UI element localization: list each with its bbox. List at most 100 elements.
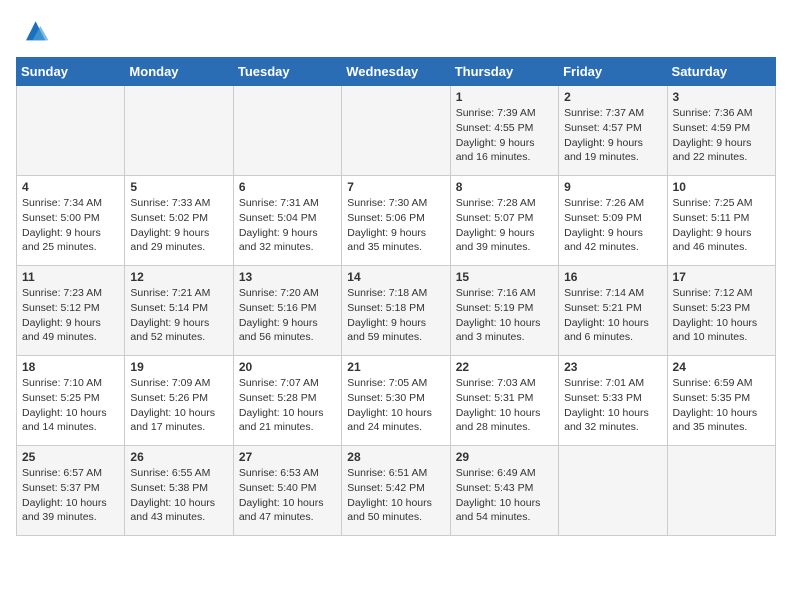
day-info: Sunrise: 7:33 AM Sunset: 5:02 PM Dayligh…	[130, 196, 227, 255]
calendar-cell: 23 Sunrise: 7:01 AM Sunset: 5:33 PM Dayli…	[559, 356, 667, 446]
day-number: 1	[456, 90, 553, 104]
calendar-cell: 28 Sunrise: 6:51 AM Sunset: 5:42 PM Dayli…	[342, 446, 450, 536]
calendar-cell	[342, 86, 450, 176]
calendar-cell: 26 Sunrise: 6:55 AM Sunset: 5:38 PM Dayli…	[125, 446, 233, 536]
day-number: 7	[347, 180, 444, 194]
day-info: Sunrise: 7:25 AM Sunset: 5:11 PM Dayligh…	[673, 196, 770, 255]
calendar-cell: 3 Sunrise: 7:36 AM Sunset: 4:59 PM Daylig…	[667, 86, 775, 176]
day-info: Sunrise: 7:14 AM Sunset: 5:21 PM Dayligh…	[564, 286, 661, 345]
day-info: Sunrise: 7:18 AM Sunset: 5:18 PM Dayligh…	[347, 286, 444, 345]
calendar-cell: 9 Sunrise: 7:26 AM Sunset: 5:09 PM Daylig…	[559, 176, 667, 266]
day-info: Sunrise: 6:51 AM Sunset: 5:42 PM Dayligh…	[347, 466, 444, 525]
col-header-thursday: Thursday	[450, 58, 558, 86]
calendar-cell: 25 Sunrise: 6:57 AM Sunset: 5:37 PM Dayli…	[17, 446, 125, 536]
day-info: Sunrise: 7:37 AM Sunset: 4:57 PM Dayligh…	[564, 106, 661, 165]
calendar-cell	[17, 86, 125, 176]
day-number: 6	[239, 180, 336, 194]
day-info: Sunrise: 7:16 AM Sunset: 5:19 PM Dayligh…	[456, 286, 553, 345]
calendar-week-row: 4 Sunrise: 7:34 AM Sunset: 5:00 PM Daylig…	[17, 176, 776, 266]
day-number: 22	[456, 360, 553, 374]
day-info: Sunrise: 6:55 AM Sunset: 5:38 PM Dayligh…	[130, 466, 227, 525]
day-info: Sunrise: 7:12 AM Sunset: 5:23 PM Dayligh…	[673, 286, 770, 345]
day-info: Sunrise: 7:23 AM Sunset: 5:12 PM Dayligh…	[22, 286, 119, 345]
calendar-cell: 4 Sunrise: 7:34 AM Sunset: 5:00 PM Daylig…	[17, 176, 125, 266]
day-info: Sunrise: 7:10 AM Sunset: 5:25 PM Dayligh…	[22, 376, 119, 435]
day-info: Sunrise: 6:57 AM Sunset: 5:37 PM Dayligh…	[22, 466, 119, 525]
day-number: 29	[456, 450, 553, 464]
day-info: Sunrise: 7:39 AM Sunset: 4:55 PM Dayligh…	[456, 106, 553, 165]
calendar-week-row: 18Sunrise: 7:10 AM Sunset: 5:25 PM Dayli…	[17, 356, 776, 446]
day-number: 28	[347, 450, 444, 464]
day-info: Sunrise: 7:36 AM Sunset: 4:59 PM Dayligh…	[673, 106, 770, 165]
day-number: 10	[673, 180, 770, 194]
calendar-cell: 21 Sunrise: 7:05 AM Sunset: 5:30 PM Dayli…	[342, 356, 450, 446]
calendar-cell: 19 Sunrise: 7:09 AM Sunset: 5:26 PM Dayli…	[125, 356, 233, 446]
logo	[16, 20, 50, 49]
day-number: 23	[564, 360, 661, 374]
day-info: Sunrise: 7:21 AM Sunset: 5:14 PM Dayligh…	[130, 286, 227, 345]
calendar-cell: 20Sunrise: 7:07 AM Sunset: 5:28 PM Dayli…	[233, 356, 341, 446]
calendar-table: SundayMondayTuesdayWednesdayThursdayFrid…	[16, 57, 776, 536]
day-number: 13	[239, 270, 336, 284]
calendar-cell	[559, 446, 667, 536]
day-info: Sunrise: 7:09 AM Sunset: 5:26 PM Dayligh…	[130, 376, 227, 435]
day-number: 3	[673, 90, 770, 104]
day-number: 5	[130, 180, 227, 194]
calendar-cell	[125, 86, 233, 176]
calendar-cell: 27 Sunrise: 6:53 AM Sunset: 5:40 PM Dayli…	[233, 446, 341, 536]
day-info: Sunrise: 7:31 AM Sunset: 5:04 PM Dayligh…	[239, 196, 336, 255]
day-number: 2	[564, 90, 661, 104]
day-number: 25	[22, 450, 119, 464]
calendar-cell: 6 Sunrise: 7:31 AM Sunset: 5:04 PM Daylig…	[233, 176, 341, 266]
calendar-cell: 14 Sunrise: 7:18 AM Sunset: 5:18 PM Dayli…	[342, 266, 450, 356]
calendar-cell	[667, 446, 775, 536]
col-header-wednesday: Wednesday	[342, 58, 450, 86]
page-header	[16, 16, 776, 49]
calendar-week-row: 11 Sunrise: 7:23 AM Sunset: 5:12 PM Dayli…	[17, 266, 776, 356]
day-number: 27	[239, 450, 336, 464]
day-number: 12	[130, 270, 227, 284]
col-header-sunday: Sunday	[17, 58, 125, 86]
calendar-cell: 29 Sunrise: 6:49 AM Sunset: 5:43 PM Dayli…	[450, 446, 558, 536]
logo-icon	[18, 16, 50, 44]
day-info: Sunrise: 6:53 AM Sunset: 5:40 PM Dayligh…	[239, 466, 336, 525]
day-info: Sunrise: 7:28 AM Sunset: 5:07 PM Dayligh…	[456, 196, 553, 255]
calendar-cell: 2 Sunrise: 7:37 AM Sunset: 4:57 PM Daylig…	[559, 86, 667, 176]
day-number: 19	[130, 360, 227, 374]
calendar-cell: 22 Sunrise: 7:03 AM Sunset: 5:31 PM Dayli…	[450, 356, 558, 446]
calendar-cell: 18Sunrise: 7:10 AM Sunset: 5:25 PM Dayli…	[17, 356, 125, 446]
calendar-cell: 8Sunrise: 7:28 AM Sunset: 5:07 PM Daylig…	[450, 176, 558, 266]
day-number: 24	[673, 360, 770, 374]
calendar-cell	[233, 86, 341, 176]
day-number: 14	[347, 270, 444, 284]
col-header-monday: Monday	[125, 58, 233, 86]
calendar-cell: 11 Sunrise: 7:23 AM Sunset: 5:12 PM Dayli…	[17, 266, 125, 356]
day-number: 11	[22, 270, 119, 284]
day-number: 20	[239, 360, 336, 374]
calendar-cell: 1 Sunrise: 7:39 AM Sunset: 4:55 PM Daylig…	[450, 86, 558, 176]
calendar-cell: 17Sunrise: 7:12 AM Sunset: 5:23 PM Dayli…	[667, 266, 775, 356]
col-header-saturday: Saturday	[667, 58, 775, 86]
day-info: Sunrise: 7:05 AM Sunset: 5:30 PM Dayligh…	[347, 376, 444, 435]
calendar-cell: 16 Sunrise: 7:14 AM Sunset: 5:21 PM Dayli…	[559, 266, 667, 356]
day-info: Sunrise: 7:30 AM Sunset: 5:06 PM Dayligh…	[347, 196, 444, 255]
calendar-cell: 13Sunrise: 7:20 AM Sunset: 5:16 PM Dayli…	[233, 266, 341, 356]
day-number: 21	[347, 360, 444, 374]
day-number: 9	[564, 180, 661, 194]
calendar-cell: 15 Sunrise: 7:16 AM Sunset: 5:19 PM Dayli…	[450, 266, 558, 356]
day-info: Sunrise: 7:26 AM Sunset: 5:09 PM Dayligh…	[564, 196, 661, 255]
day-number: 26	[130, 450, 227, 464]
calendar-cell: 10 Sunrise: 7:25 AM Sunset: 5:11 PM Dayli…	[667, 176, 775, 266]
day-info: Sunrise: 6:49 AM Sunset: 5:43 PM Dayligh…	[456, 466, 553, 525]
day-info: Sunrise: 7:01 AM Sunset: 5:33 PM Dayligh…	[564, 376, 661, 435]
day-info: Sunrise: 7:34 AM Sunset: 5:00 PM Dayligh…	[22, 196, 119, 255]
day-number: 15	[456, 270, 553, 284]
day-number: 16	[564, 270, 661, 284]
calendar-cell: 12 Sunrise: 7:21 AM Sunset: 5:14 PM Dayli…	[125, 266, 233, 356]
calendar-cell: 7 Sunrise: 7:30 AM Sunset: 5:06 PM Daylig…	[342, 176, 450, 266]
calendar-header-row: SundayMondayTuesdayWednesdayThursdayFrid…	[17, 58, 776, 86]
calendar-week-row: 25 Sunrise: 6:57 AM Sunset: 5:37 PM Dayli…	[17, 446, 776, 536]
col-header-friday: Friday	[559, 58, 667, 86]
day-number: 4	[22, 180, 119, 194]
day-info: Sunrise: 7:03 AM Sunset: 5:31 PM Dayligh…	[456, 376, 553, 435]
